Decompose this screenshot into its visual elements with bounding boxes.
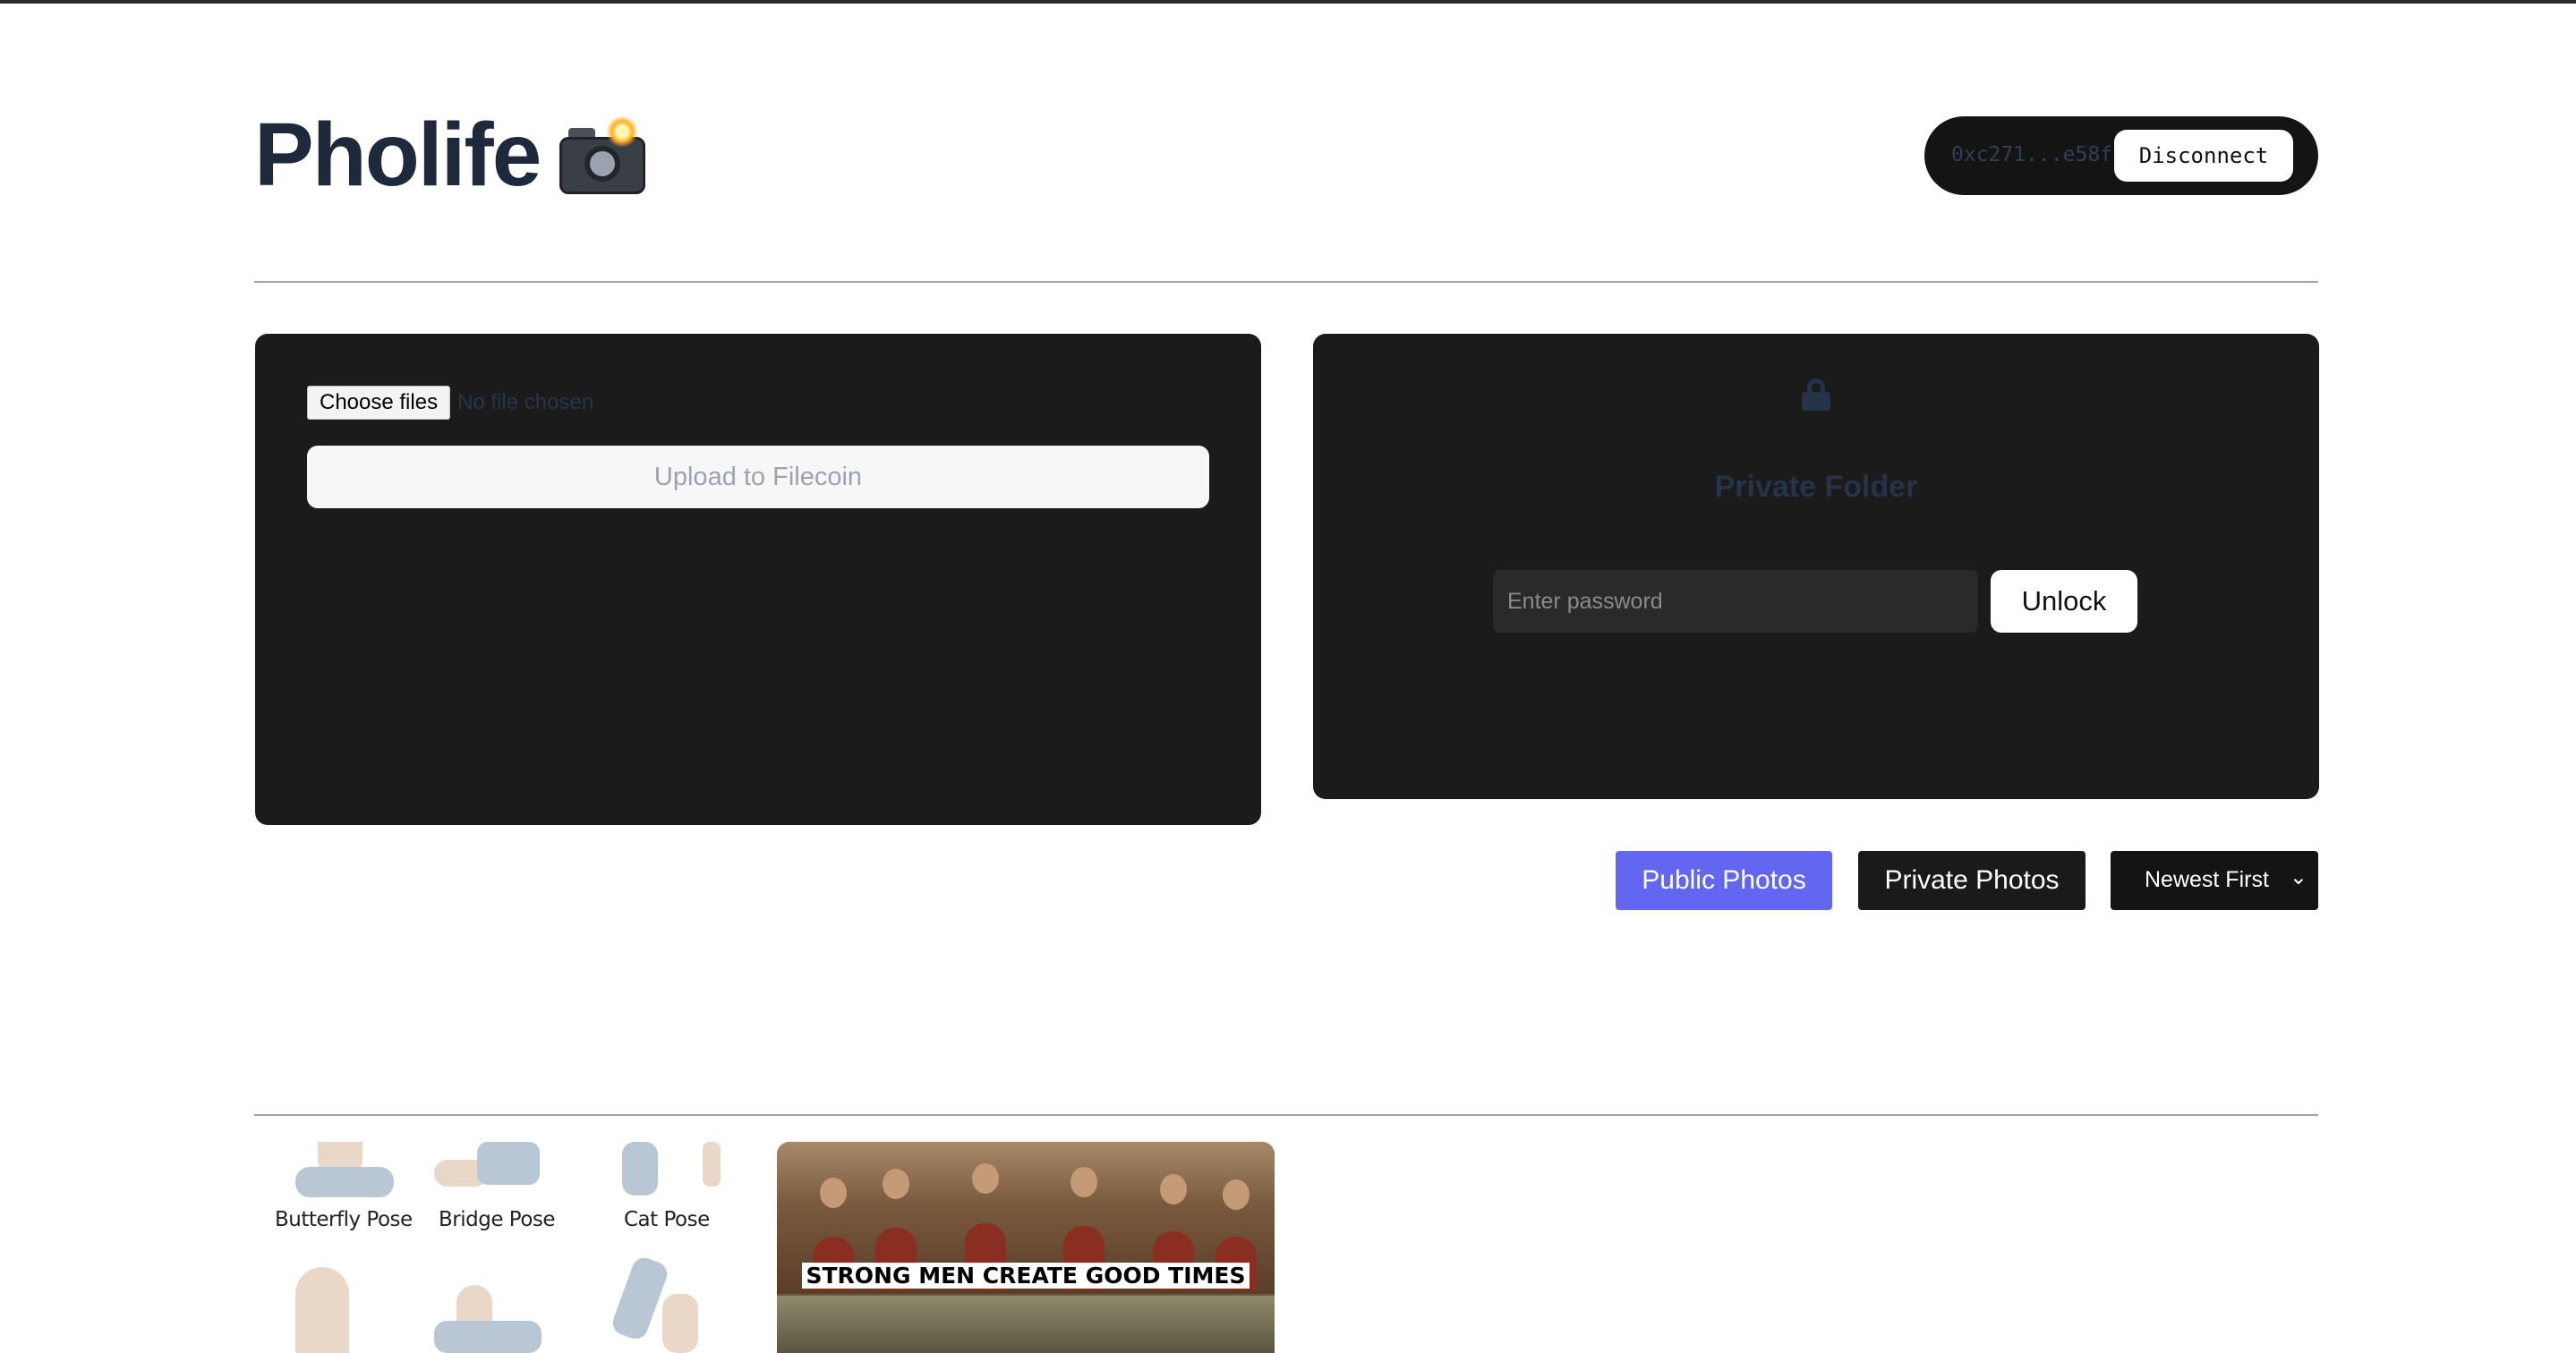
lock-icon <box>1802 379 1830 411</box>
pose-label: Butterfly Pose <box>275 1208 413 1231</box>
camera-flash-icon <box>559 115 646 196</box>
sort-select-value: Newest First <box>2145 867 2269 892</box>
meme-caption: STRONG MEN CREATE GOOD TIMES <box>777 1263 1275 1289</box>
app-header: Pholife <box>254 104 646 205</box>
gallery-photo-yoga-poses[interactable]: Butterfly Pose Bridge Pose Cat Pose <box>255 1142 753 1353</box>
sort-select[interactable]: Newest First ⌄ <box>2111 851 2318 910</box>
pose-label: Cat Pose <box>624 1208 710 1231</box>
choose-files-button[interactable]: Choose files <box>307 386 451 420</box>
private-photos-button[interactable]: Private Photos <box>1858 851 2086 910</box>
pose-label: Bridge Pose <box>439 1208 556 1231</box>
gallery-photo-meme[interactable]: STRONG MEN CREATE GOOD TIMES <box>777 1142 1275 1353</box>
wallet-address: 0xc271...e58f <box>1951 143 2113 166</box>
chevron-down-icon: ⌄ <box>2289 865 2307 889</box>
private-folder-panel: Private Folder Unlock <box>1313 334 2319 799</box>
gallery-divider <box>254 1114 2318 1116</box>
password-input[interactable] <box>1493 570 1978 633</box>
file-picker: Choose files No file chosen <box>307 386 593 420</box>
upload-to-filecoin-button[interactable]: Upload to Filecoin <box>307 446 1209 508</box>
window-top-border <box>0 0 2576 4</box>
private-folder-title: Private Folder <box>1714 470 1918 504</box>
file-status: No file chosen <box>457 390 594 414</box>
disconnect-button[interactable]: Disconnect <box>2114 130 2293 182</box>
unlock-button[interactable]: Unlock <box>1991 570 2137 633</box>
app-title: Pholife <box>254 104 542 205</box>
public-photos-button[interactable]: Public Photos <box>1616 851 1832 910</box>
wallet-pill: 0xc271...e58f Disconnect <box>1924 116 2318 195</box>
header-divider <box>254 281 2318 283</box>
upload-panel: Choose files No file chosen Upload to Fi… <box>255 334 1261 825</box>
